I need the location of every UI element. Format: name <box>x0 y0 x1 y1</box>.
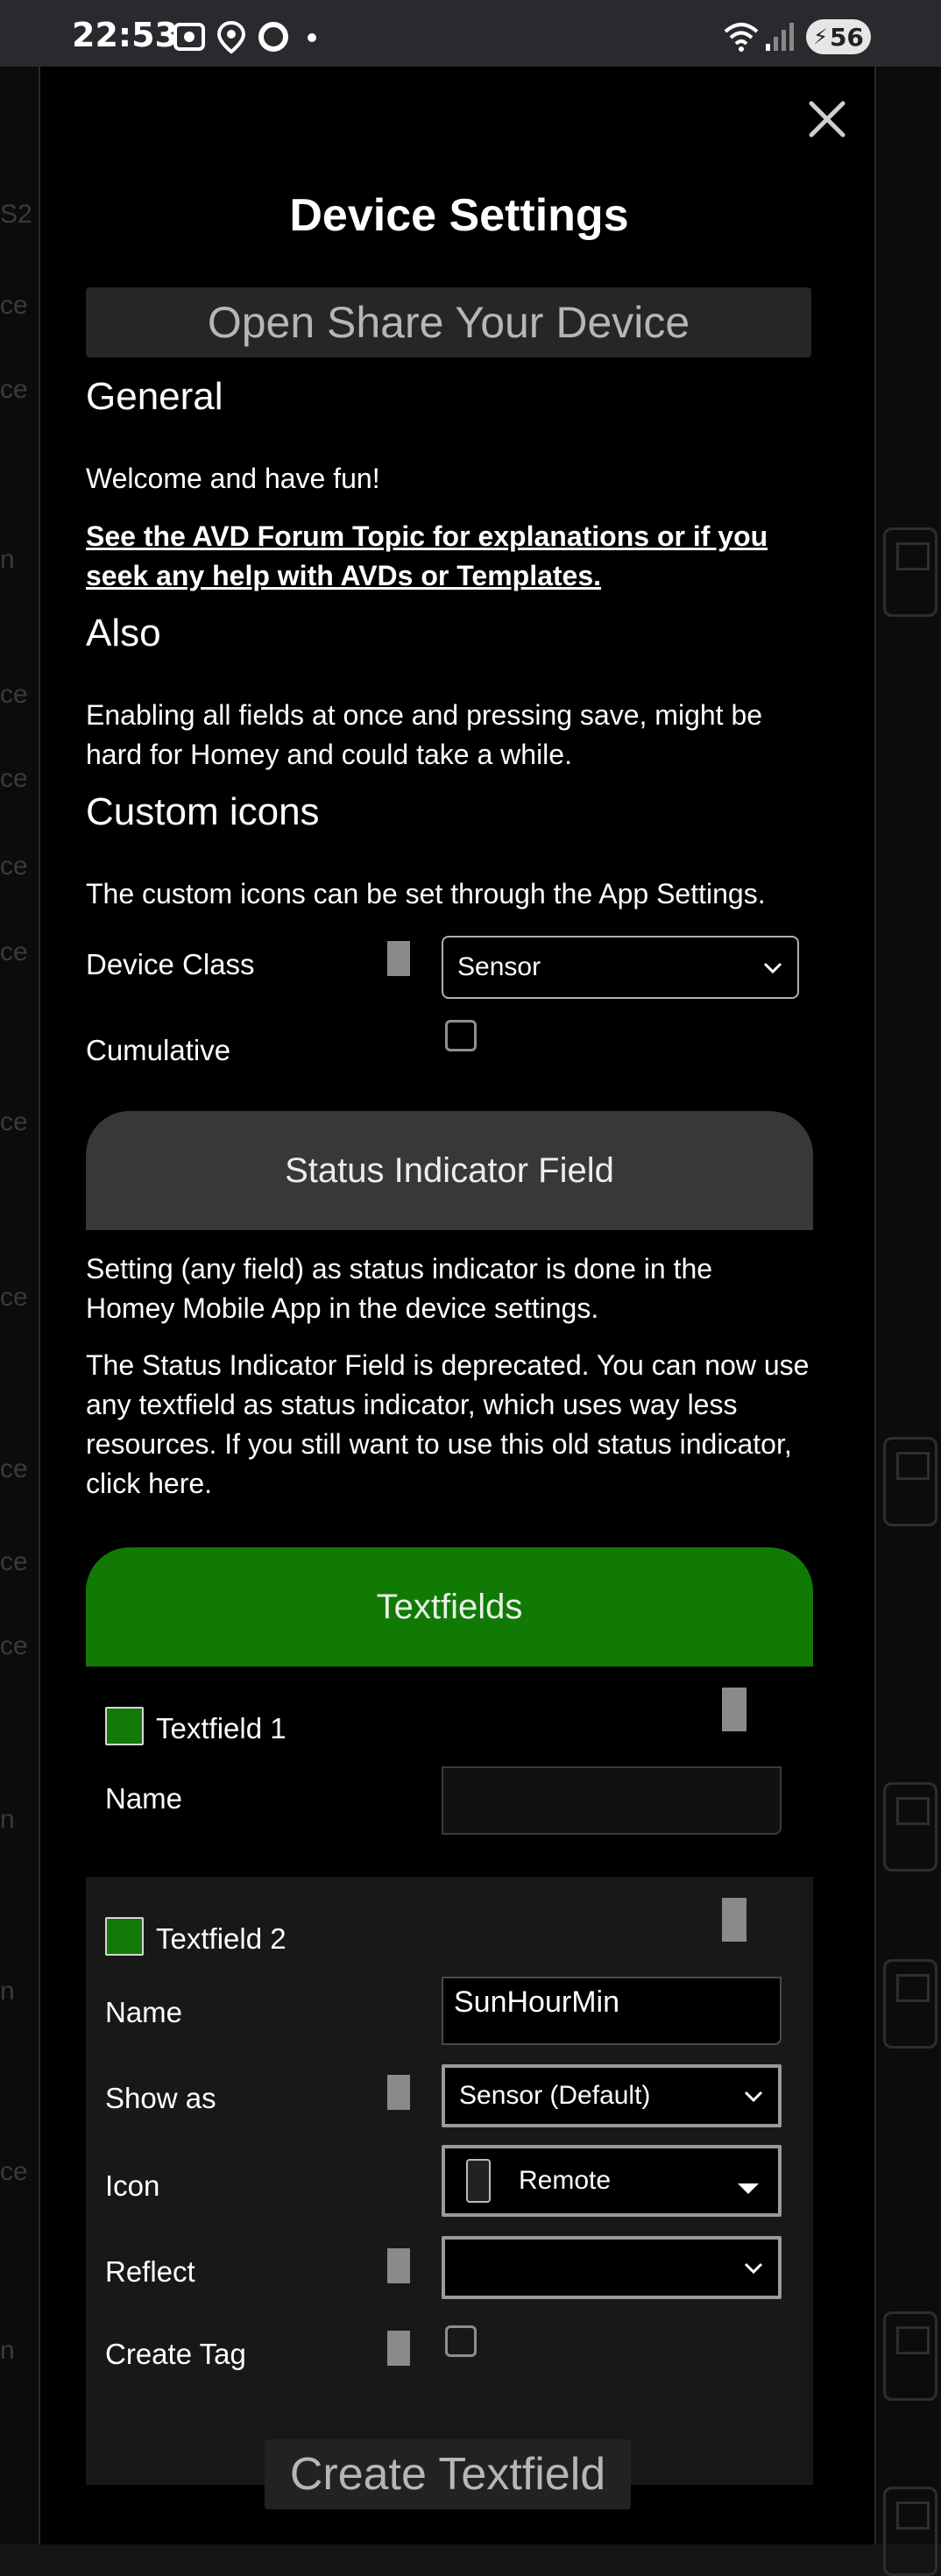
device-icon <box>883 1782 937 1872</box>
also-text: Enabling all fields at once and pressing… <box>86 699 763 770</box>
background-text: ce <box>0 1631 28 1660</box>
device-icon <box>883 2311 937 2401</box>
device-class-select[interactable]: Sensor <box>442 936 799 999</box>
textfield-1-checkbox[interactable] <box>105 1707 144 1745</box>
location-icon <box>214 19 249 59</box>
close-icon <box>809 101 845 138</box>
textfield-2-checkbox[interactable] <box>105 1917 144 1956</box>
device-icon <box>883 1959 937 2049</box>
drag-handle[interactable] <box>387 2248 410 2283</box>
background-text: ce <box>0 291 28 320</box>
background-text: ce <box>0 1547 28 1576</box>
chevron-down-icon <box>743 2081 764 2111</box>
cumulative-checkbox[interactable] <box>445 1020 477 1051</box>
reflect-label: Reflect <box>105 2255 195 2288</box>
close-button[interactable] <box>799 91 855 147</box>
show-as-select[interactable]: Sensor (Default) <box>442 2064 782 2127</box>
background-text: ce <box>0 852 28 881</box>
status-indicator-section-header[interactable]: Status Indicator Field <box>86 1111 813 1230</box>
textfields-section-header[interactable]: Textfields <box>86 1547 813 1667</box>
device-settings-modal: Device Settings Open Share Your Device G… <box>39 67 876 2544</box>
avd-forum-link[interactable]: See the AVD Forum Topic for explanations… <box>86 517 804 596</box>
page-title: Device Settings <box>289 190 629 241</box>
background-text: n <box>0 545 15 574</box>
show-as-value: Sensor (Default) <box>459 2081 651 2110</box>
custom-icons-heading: Custom icons <box>86 790 320 833</box>
background-text: n <box>0 1977 15 2006</box>
icon-select[interactable]: Remote <box>442 2145 782 2217</box>
create-tag-label: Create Tag <box>105 2338 246 2370</box>
textfield-2-panel: Textfield 2 Name SunHourMin Show as Sens… <box>86 1877 813 2485</box>
device-class-value: Sensor <box>457 952 541 981</box>
background-text: ce <box>0 764 28 793</box>
background-text: ce <box>0 2157 28 2186</box>
wifi-icon <box>722 19 761 59</box>
open-share-device-button[interactable]: Open Share Your Device <box>86 287 811 357</box>
create-textfield-button[interactable]: Create Textfield <box>265 2439 631 2509</box>
textfield-2-title: Textfield 2 <box>156 1922 287 1955</box>
textfield-2-name-input[interactable]: SunHourMin <box>442 1977 782 2045</box>
textfield-1-title: Textfield 1 <box>156 1712 287 1744</box>
custom-icons-text: The custom icons can be set through the … <box>86 878 766 909</box>
battery-indicator: ⚡ 56 <box>806 19 871 54</box>
status-bar: 22:53 ⚡ 56 <box>0 0 941 67</box>
create-tag-checkbox[interactable] <box>445 2325 477 2357</box>
drag-handle[interactable] <box>387 2331 410 2366</box>
remote-icon <box>466 2159 491 2203</box>
welcome-text: Welcome and have fun! <box>86 463 380 494</box>
device-class-label: Device Class <box>86 948 255 980</box>
background-text: ce <box>0 938 28 966</box>
device-icon <box>883 1437 937 1526</box>
textfield-1-name-label: Name <box>105 1782 183 1815</box>
chevron-down-icon <box>762 952 783 982</box>
drag-handle[interactable] <box>722 1688 746 1731</box>
record-icon <box>256 19 291 59</box>
background-text: ce <box>0 1454 28 1483</box>
icon-value: Remote <box>519 2166 612 2195</box>
device-icon <box>883 527 937 617</box>
reflect-select[interactable] <box>442 2236 782 2299</box>
signal-icon <box>764 19 796 59</box>
general-heading: General <box>86 375 223 418</box>
notification-dot-icon <box>307 32 317 47</box>
clock: 22:53 <box>72 16 178 54</box>
battery-level: 56 <box>829 22 864 52</box>
background-page-left: S2 ce ce n ce ce ce ce ce ce ce ce ce n … <box>0 67 39 2544</box>
dropdown-arrow-icon <box>736 2173 761 2203</box>
chevron-down-icon <box>743 2253 764 2282</box>
background-text: n <box>0 2336 15 2365</box>
background-text: ce <box>0 375 28 404</box>
textfield-1-name-input[interactable] <box>442 1766 782 1835</box>
icon-label: Icon <box>105 2169 160 2202</box>
status-indicator-text: Setting (any field) as status indicator … <box>86 1253 713 1324</box>
background-page-right <box>876 67 941 2576</box>
show-as-label: Show as <box>105 2082 216 2114</box>
screenshot-icon <box>172 19 207 59</box>
device-icon <box>883 2487 937 2576</box>
background-text: ce <box>0 1283 28 1312</box>
drag-handle[interactable] <box>387 941 410 976</box>
drag-handle[interactable] <box>387 2075 410 2110</box>
background-text: ce <box>0 1108 28 1136</box>
battery-bolt-icon: ⚡ <box>813 25 828 49</box>
background-text: n <box>0 1805 15 1834</box>
status-indicator-deprecated-text[interactable]: The Status Indicator Field is deprecated… <box>86 1346 822 1504</box>
cumulative-label: Cumulative <box>86 1034 231 1066</box>
drag-handle[interactable] <box>722 1898 746 1942</box>
also-heading: Also <box>86 612 161 655</box>
textfield-2-name-label: Name <box>105 1996 183 2028</box>
background-text: ce <box>0 680 28 709</box>
background-text: S2 <box>0 200 32 229</box>
